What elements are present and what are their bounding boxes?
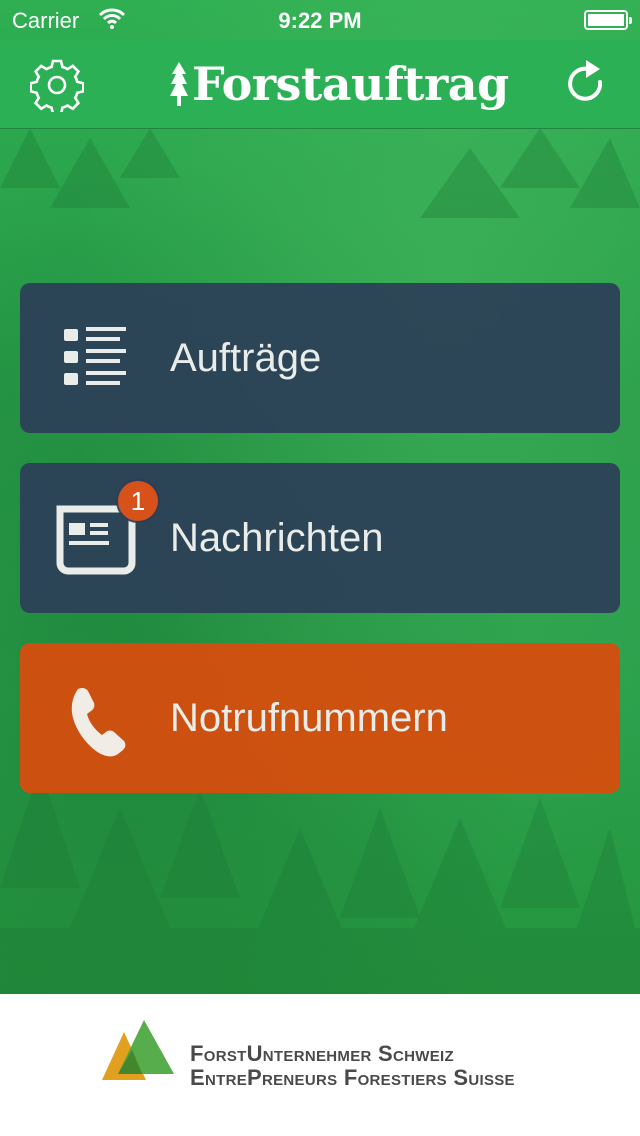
app-brand: Forstauftrag	[170, 54, 509, 114]
footer: ForstUnternehmer Schweiz EntrePreneurs F…	[0, 994, 640, 1136]
icon-container	[20, 283, 170, 433]
tree-logo-icon	[170, 62, 188, 106]
organization-logo	[102, 1020, 174, 1080]
gear-icon[interactable]	[30, 58, 84, 112]
menu-button-notrufnummern[interactable]: Notrufnummern	[20, 643, 620, 793]
icon-container: 1	[20, 463, 170, 613]
menu-label-nachrichten: Nachrichten	[170, 515, 384, 560]
menu-button-auftraege[interactable]: Aufträge	[20, 283, 620, 433]
organization-name: ForstUnternehmer Schweiz EntrePreneurs F…	[190, 1042, 515, 1090]
clock: 9:22 PM	[278, 8, 362, 33]
navigation-bar: Forstauftrag	[0, 40, 640, 129]
icon-container	[20, 643, 170, 793]
organization-name-de: ForstUnternehmer Schweiz	[190, 1041, 454, 1066]
menu-label-auftraege: Aufträge	[170, 335, 322, 380]
status-bar: Carrier 9:22 PM	[0, 0, 640, 40]
menu-label-notrufnummern: Notrufnummern	[170, 695, 448, 740]
unread-badge: 1	[118, 481, 158, 521]
phone-icon	[71, 687, 126, 757]
app-title: Forstauftrag	[192, 57, 509, 111]
battery-icon	[584, 10, 632, 30]
list-icon	[64, 327, 126, 385]
organization-name-fr: EntrePreneurs Forestiers Suisse	[190, 1065, 515, 1090]
refresh-icon[interactable]	[566, 58, 610, 108]
menu-button-nachrichten[interactable]: 1 Nachrichten	[20, 463, 620, 613]
